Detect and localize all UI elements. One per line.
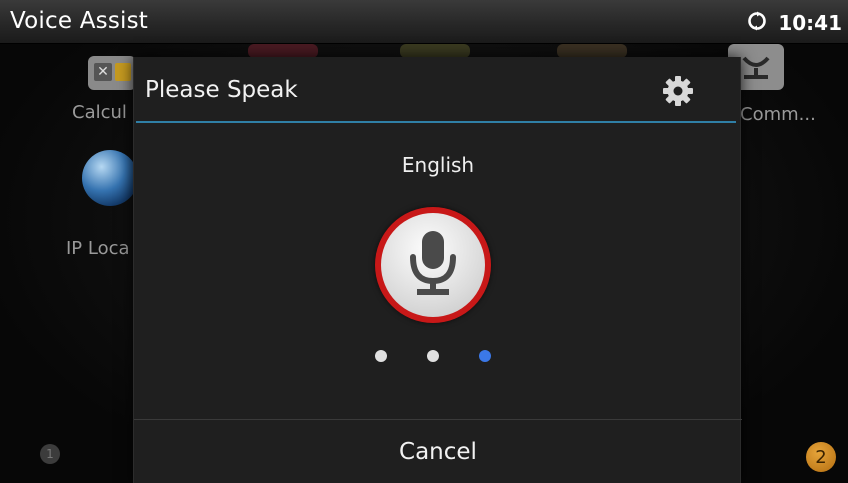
page-badge-left[interactable]: 1 [40,444,60,464]
dialog-title: Please Speak [145,77,298,103]
settings-button[interactable] [658,73,698,113]
voice-dialog: Please Speak English Cancel [133,57,742,483]
microphone-button[interactable] [375,207,491,323]
microphone-icon [401,227,465,303]
clock: 10:41 [778,11,842,35]
gear-icon [661,74,695,112]
status-bar: Voice Assist 10:41 [0,0,848,44]
listening-indicator [134,350,742,362]
app-label: IP Loca [66,238,130,259]
title-divider [136,121,736,123]
app-tile [400,44,470,58]
app-tile [248,44,318,58]
app-title: Voice Assist [10,8,149,34]
app-tile [557,44,627,58]
app-label: Calcul [72,102,127,123]
globe-icon[interactable] [82,150,138,206]
progress-dot [375,350,387,362]
progress-dot [427,350,439,362]
app-label: Comm... [740,104,816,125]
language-label[interactable]: English [134,153,742,177]
progress-dot [479,350,491,362]
cancel-button[interactable]: Cancel [134,420,742,483]
sync-icon [746,10,768,36]
page-badge-right[interactable]: 2 [806,442,836,472]
status-indicators: 10:41 [746,10,842,36]
calculator-icon[interactable]: ✕ [88,56,136,90]
